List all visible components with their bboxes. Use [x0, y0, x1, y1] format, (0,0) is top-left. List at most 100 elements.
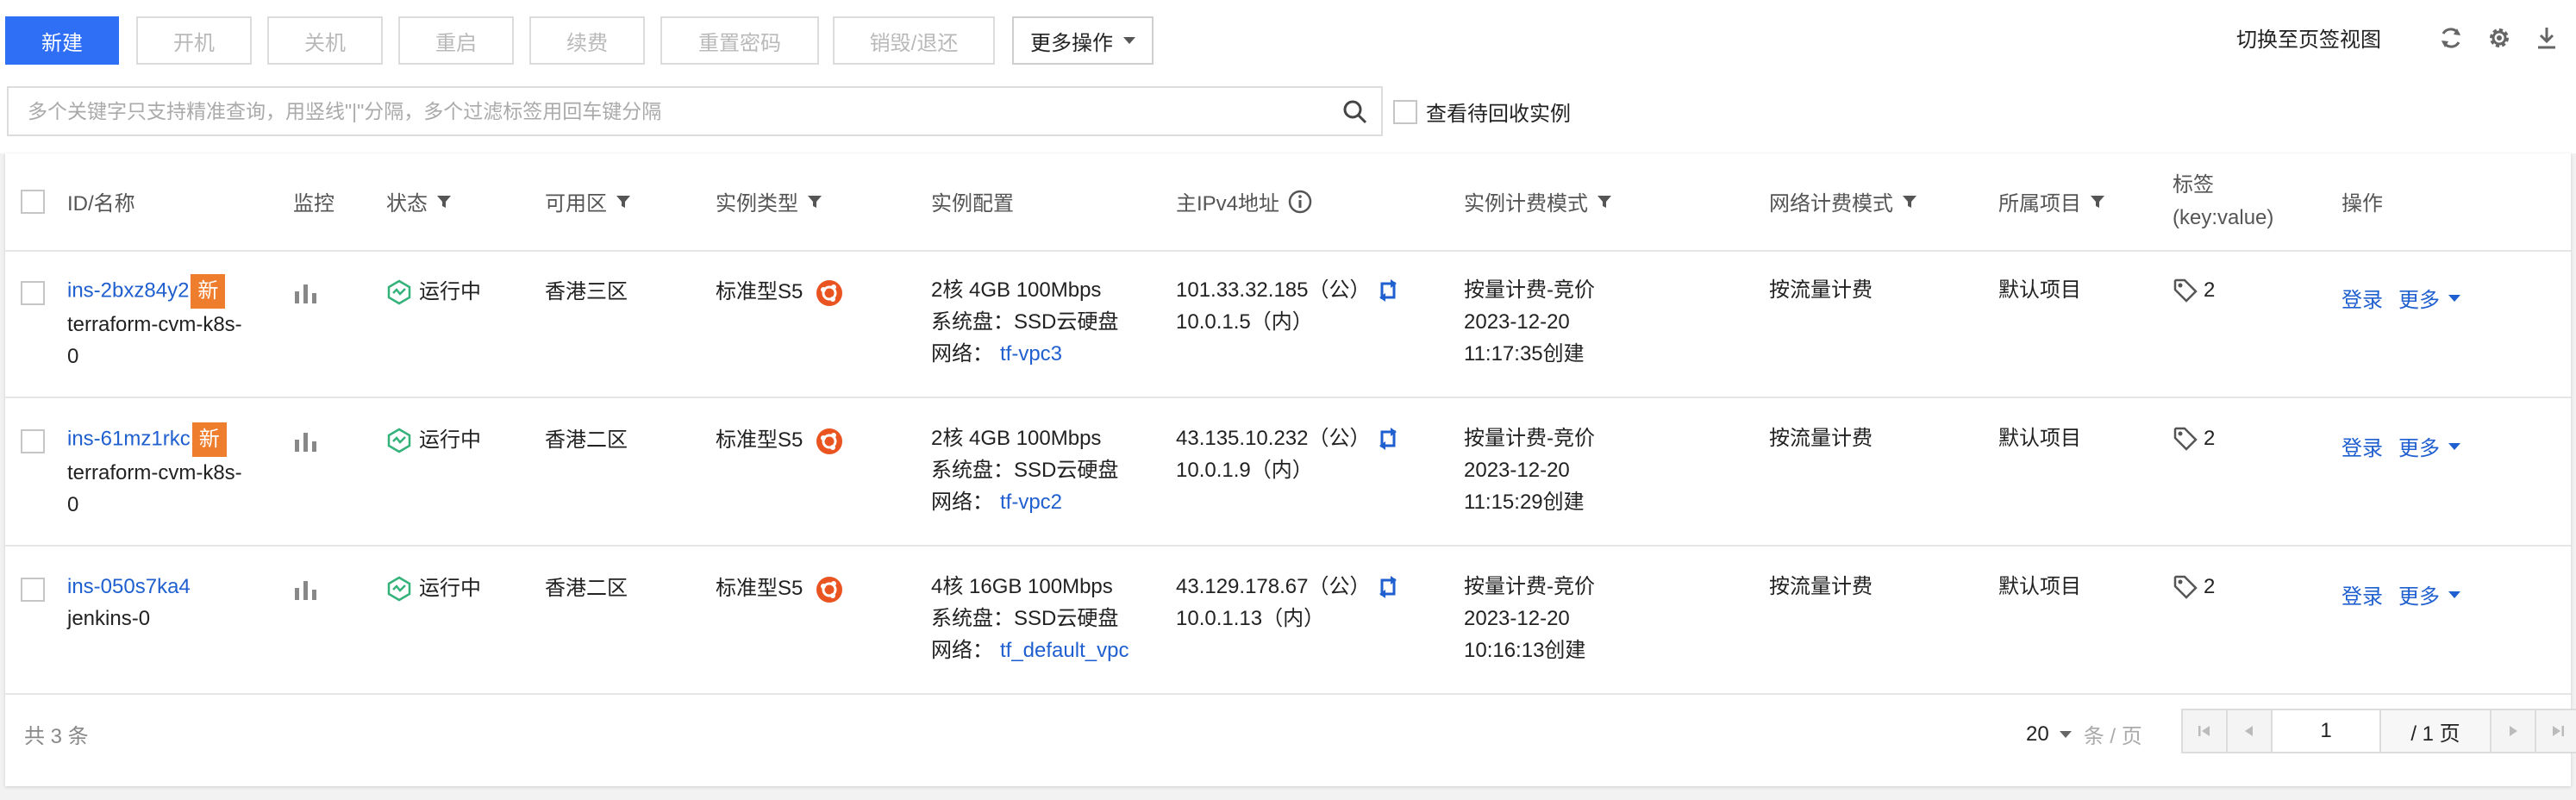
monitor-chart-icon[interactable] — [293, 429, 319, 453]
more-link[interactable]: 更多 — [2398, 579, 2440, 609]
row-checkbox[interactable] — [21, 429, 45, 453]
header-status[interactable]: 状态 — [386, 186, 452, 216]
login-link[interactable]: 登录 — [2342, 579, 2383, 609]
recycle-label: 查看待回收实例 — [1426, 103, 1571, 126]
table-footer: 共 3 条 20 条 / 页 / 1 页 — [5, 691, 2576, 786]
project-cell: 默认项目 — [1998, 427, 2081, 450]
new-badge: 新 — [191, 422, 227, 457]
reset-password-button[interactable]: 重置密码 — [660, 16, 819, 65]
header-instance-type[interactable]: 实例类型 — [716, 186, 822, 216]
header-ops: 操作 — [2342, 192, 2383, 216]
instance-id-link[interactable]: ins-050s7ka4 — [67, 575, 191, 598]
instance-name-cont: 0 — [67, 493, 79, 516]
tags-cell[interactable]: 2 — [2173, 571, 2215, 603]
filter-icon[interactable] — [436, 194, 452, 209]
start-button[interactable]: 开机 — [136, 16, 252, 65]
refresh-icon[interactable] — [2438, 25, 2464, 51]
vpc-link[interactable]: tf_default_vpc — [1000, 639, 1129, 662]
page-size-selector[interactable]: 20 条 / 页 — [2026, 719, 2142, 749]
login-link[interactable]: 登录 — [2342, 431, 2383, 461]
tags-cell[interactable]: 2 — [2173, 274, 2215, 306]
chevron-left-icon — [2245, 726, 2253, 736]
billing-created: 10:16:13创建 — [1464, 639, 1586, 662]
more-actions-dropdown[interactable]: 更多操作 — [1012, 16, 1154, 65]
running-status-icon — [387, 428, 411, 453]
config-net-label: 网络： — [931, 639, 993, 662]
select-all-checkbox[interactable] — [21, 190, 45, 214]
config-cell: 2核 4GB 100Mbps 系统盘：SSD云硬盘 网络： tf-vpc3 — [931, 274, 1118, 370]
search-box — [7, 86, 1383, 136]
search-input[interactable] — [26, 98, 1305, 124]
filter-icon[interactable] — [616, 194, 631, 209]
gear-icon[interactable] — [2486, 25, 2512, 51]
header-ipv4: 主IPv4地址 — [1176, 186, 1312, 216]
destroy-button[interactable]: 销毁/退还 — [833, 16, 995, 65]
ubuntu-icon — [816, 428, 843, 454]
instance-id-name: ins-61mz1rkc 新 terraform-cvm-k8s- 0 — [67, 422, 266, 521]
filter-icon[interactable] — [807, 194, 822, 209]
more-link[interactable]: 更多 — [2398, 431, 2440, 461]
ip-private: 10.0.1.13（内） — [1176, 607, 1325, 630]
row-checkbox[interactable] — [21, 281, 45, 305]
filter-icon[interactable] — [2090, 194, 2105, 209]
vpc-link[interactable]: tf-vpc2 — [1000, 491, 1062, 514]
download-icon[interactable] — [2535, 25, 2559, 51]
create-button[interactable]: 新建 — [5, 16, 119, 65]
instance-id-link[interactable]: ins-61mz1rkc — [67, 427, 191, 450]
switch-view-link[interactable]: 切换至页签视图 — [2236, 22, 2381, 53]
instance-type-text: 标准型S5 — [716, 280, 803, 303]
eip-bind-icon[interactable] — [1377, 278, 1399, 303]
header-tags-line2: (key:value) — [2173, 206, 2274, 229]
running-status-icon — [387, 279, 411, 304]
eip-bind-icon[interactable] — [1377, 427, 1399, 451]
tags-cell[interactable]: 2 — [2173, 422, 2215, 454]
header-project-label: 所属项目 — [1998, 192, 2081, 216]
ip-cell: 43.129.178.67（公） 10.0.1.13（内） — [1176, 571, 1399, 634]
restart-button[interactable]: 重启 — [398, 16, 514, 65]
header-instance-type-label: 实例类型 — [716, 192, 798, 216]
first-page-button[interactable] — [2183, 710, 2228, 752]
tag-icon — [2173, 575, 2198, 599]
page-size-value: 20 — [2026, 722, 2049, 746]
header-project[interactable]: 所属项目 — [1998, 186, 2105, 216]
next-page-button[interactable] — [2492, 710, 2536, 752]
tags-count: 2 — [2204, 575, 2216, 598]
search-row: 查看待回收实例 — [0, 86, 2576, 153]
info-icon[interactable] — [1288, 190, 1312, 214]
tag-icon — [2173, 427, 2198, 451]
filter-icon[interactable] — [1597, 194, 1612, 209]
pagination: / 1 页 — [2181, 709, 2576, 753]
vpc-link[interactable]: tf-vpc3 — [1000, 342, 1062, 366]
last-page-button[interactable] — [2536, 710, 2576, 752]
page-number-input[interactable] — [2273, 710, 2381, 752]
ip-private: 10.0.1.9（内） — [1176, 459, 1313, 482]
last-page-icon — [2553, 726, 2564, 736]
recycle-checkbox[interactable] — [1393, 99, 1417, 124]
monitor-chart-icon[interactable] — [293, 578, 319, 602]
stop-button[interactable]: 关机 — [267, 16, 383, 65]
instance-id-link[interactable]: ins-2bxz84y2 — [67, 278, 189, 302]
ubuntu-icon — [816, 576, 843, 603]
config-disk: 系统盘：SSD云硬盘 — [931, 459, 1119, 482]
eip-bind-icon[interactable] — [1377, 575, 1399, 599]
login-link[interactable]: 登录 — [2342, 283, 2383, 313]
config-net-label: 网络： — [931, 491, 993, 514]
header-billing[interactable]: 实例计费模式 — [1464, 186, 1612, 216]
config-cell: 2核 4GB 100Mbps 系统盘：SSD云硬盘 网络： tf-vpc2 — [931, 422, 1118, 518]
header-zone[interactable]: 可用区 — [545, 186, 631, 216]
header-tags-line1: 标签 — [2173, 173, 2214, 197]
instance-type-text: 标准型S5 — [716, 428, 803, 452]
chevron-down-icon — [2448, 294, 2460, 302]
row-checkbox[interactable] — [21, 578, 45, 602]
status-cell: 运行中 — [386, 424, 481, 456]
more-link[interactable]: 更多 — [2398, 283, 2440, 313]
header-net-billing[interactable]: 网络计费模式 — [1769, 186, 1917, 216]
search-icon[interactable] — [1341, 98, 1369, 126]
ubuntu-icon — [816, 279, 843, 306]
header-ipv4-label: 主IPv4地址 — [1176, 192, 1280, 216]
header-id-name: ID/名称 — [67, 192, 135, 216]
monitor-chart-icon[interactable] — [293, 281, 319, 305]
filter-icon[interactable] — [1902, 194, 1917, 209]
renew-button[interactable]: 续费 — [529, 16, 645, 65]
prev-page-button[interactable] — [2228, 710, 2273, 752]
